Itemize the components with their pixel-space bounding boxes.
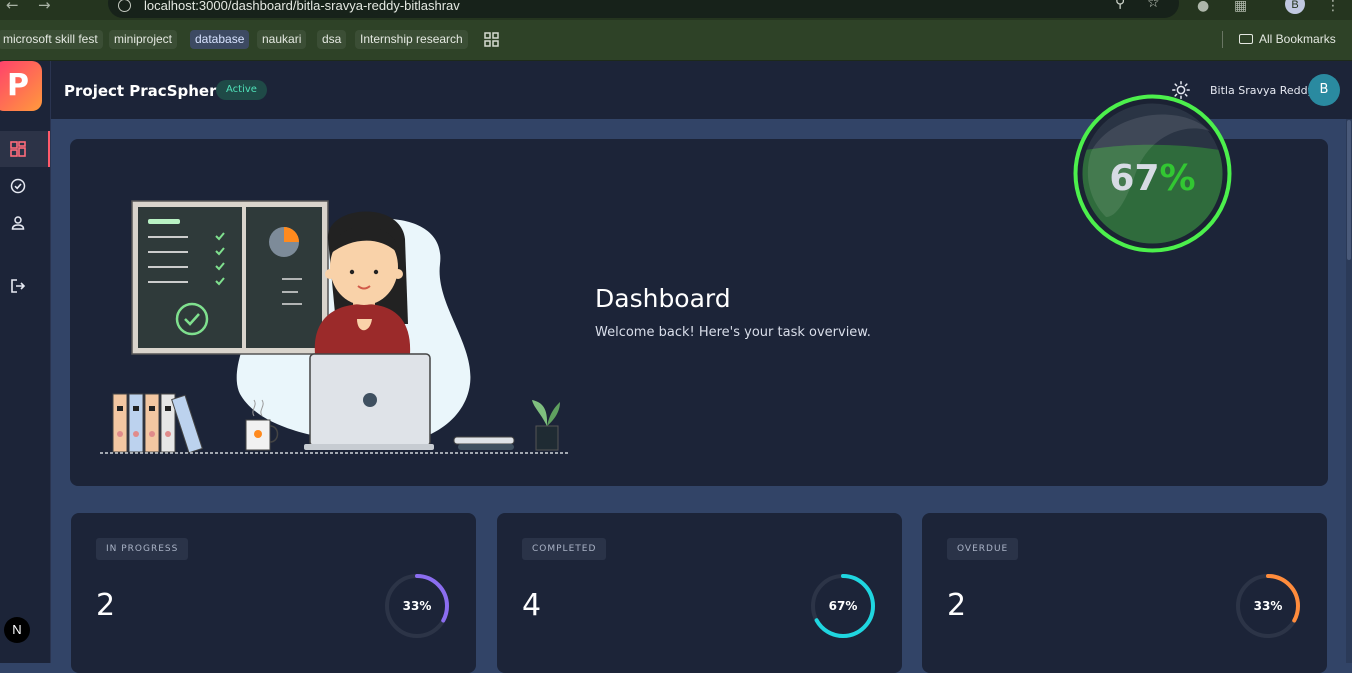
logout-icon xyxy=(11,279,26,293)
bookmark-microsoft-skill-fest[interactable]: microsoft skill fest xyxy=(0,30,103,49)
folder-icon xyxy=(1239,34,1253,44)
apps-grid-icon[interactable] xyxy=(484,32,499,47)
site-info-icon[interactable] xyxy=(118,0,131,12)
dashboard-icon xyxy=(10,141,26,157)
bookmark-dsa[interactable]: dsa xyxy=(317,30,347,49)
welcome-subtitle: Welcome back! Here's your task overview. xyxy=(595,325,871,340)
bookmarks-divider xyxy=(1222,31,1223,48)
app-logo[interactable]: P xyxy=(0,61,42,111)
sidebar-item-profile[interactable] xyxy=(0,205,50,241)
address-bar[interactable]: localhost:3000/dashboard/bitla-sravya-re… xyxy=(108,0,1179,18)
overall-progress-label: 67% xyxy=(1071,158,1234,199)
scrollbar-thumb[interactable] xyxy=(1347,120,1351,260)
status-badge: Active xyxy=(216,80,267,100)
card-percent: 33% xyxy=(1253,599,1283,613)
stat-card-completed[interactable]: COMPLETED 4 67% xyxy=(497,513,902,673)
profile-icon xyxy=(11,216,25,230)
bookmark-star-icon[interactable]: ☆ xyxy=(1147,0,1160,11)
kebab-menu-icon[interactable]: ⋮ xyxy=(1326,0,1340,14)
url-text[interactable]: localhost:3000/dashboard/bitla-sravya-re… xyxy=(144,0,460,13)
puzzle-extensions-icon[interactable]: ▦ xyxy=(1234,0,1247,14)
next-dev-indicator[interactable]: N xyxy=(4,617,30,643)
page-title: Dashboard xyxy=(595,284,731,313)
card-tag: IN PROGRESS xyxy=(96,538,189,560)
all-bookmarks-button[interactable]: All Bookmarks xyxy=(1239,32,1336,46)
bookmarks-bar: microsoft skill fest miniproject databas… xyxy=(0,20,1352,61)
app-sidebar: P N xyxy=(0,61,51,663)
percent-symbol: % xyxy=(1159,158,1196,199)
browser-toolbar: ← → localhost:3000/dashboard/bitla-sravy… xyxy=(0,0,1352,20)
extension-icon[interactable]: ● xyxy=(1197,0,1209,14)
back-icon[interactable]: ← xyxy=(6,0,19,14)
bookmark-internship-research[interactable]: Internship research xyxy=(355,30,468,49)
card-tag: OVERDUE xyxy=(947,538,1019,560)
all-bookmarks-label: All Bookmarks xyxy=(1259,32,1336,46)
card-count: 2 xyxy=(947,588,967,623)
sidebar-item-logout[interactable] xyxy=(0,268,50,304)
bookmark-naukari[interactable]: naukari xyxy=(257,30,307,49)
stat-card-in-progress[interactable]: IN PROGRESS 2 33% xyxy=(71,513,476,673)
card-percent: 33% xyxy=(402,599,432,613)
bookmark-miniproject[interactable]: miniproject xyxy=(109,30,178,49)
card-percent: 67% xyxy=(828,599,858,613)
zoom-icon[interactable]: ⚲ xyxy=(1115,0,1125,11)
bookmark-database[interactable]: database xyxy=(190,30,250,49)
sidebar-item-dashboard[interactable] xyxy=(0,131,50,167)
avatar[interactable]: B xyxy=(1308,74,1340,106)
card-count: 2 xyxy=(96,588,116,623)
sidebar-item-tasks[interactable] xyxy=(0,168,50,204)
forward-icon[interactable]: → xyxy=(38,0,51,14)
tasks-check-icon xyxy=(10,178,26,194)
project-title: Project PracSphere xyxy=(64,82,227,100)
workspace-illustration xyxy=(100,200,570,454)
card-tag: COMPLETED xyxy=(522,538,607,560)
progress-value: 67 xyxy=(1109,158,1160,199)
card-count: 4 xyxy=(522,588,542,623)
browser-profile-avatar[interactable]: B xyxy=(1285,0,1305,14)
stat-card-overdue[interactable]: OVERDUE 2 33% xyxy=(922,513,1327,673)
